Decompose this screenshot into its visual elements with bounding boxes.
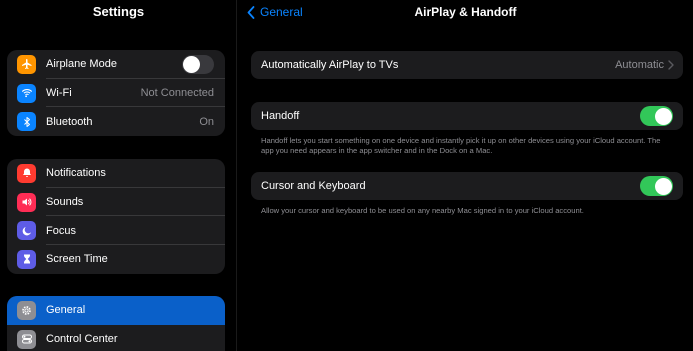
sidebar-item-wifi[interactable]: Wi-Fi Not Connected <box>7 79 225 108</box>
handoff-footnote: Handoff lets you start something on one … <box>261 136 661 155</box>
sidebar-item-label: Wi-Fi <box>46 87 72 100</box>
toggle-knob <box>183 55 200 73</box>
cursor-keyboard-label: Cursor and Keyboard <box>261 180 366 192</box>
toggle-knob <box>654 107 672 125</box>
airplay-to-tvs-value: Automatic <box>615 59 664 71</box>
sidebar-item-label: Airplane Mode <box>46 58 117 71</box>
sidebar-group-notifications: Notifications Sounds Focus Screen Time <box>7 159 225 274</box>
sidebar-item-bluetooth[interactable]: Bluetooth On <box>7 107 225 136</box>
bluetooth-status: On <box>199 115 214 128</box>
airplay-to-tvs-row[interactable]: Automatically AirPlay to TVs Automatic <box>251 51 683 79</box>
sidebar-item-screen-time[interactable]: Screen Time <box>7 245 225 274</box>
sidebar-item-general[interactable]: General <box>7 296 225 325</box>
airplane-mode-toggle[interactable] <box>182 54 214 74</box>
sidebar-item-focus[interactable]: Focus <box>7 216 225 245</box>
page-title: AirPlay & Handoff <box>414 5 517 19</box>
toggles-icon <box>17 329 36 349</box>
bell-icon <box>17 163 36 183</box>
sidebar-title: Settings <box>92 4 145 19</box>
airplay-to-tvs-label: Automatically AirPlay to TVs <box>261 59 399 71</box>
sidebar-item-control-center[interactable]: Control Center <box>7 325 225 351</box>
sidebar-item-sounds[interactable]: Sounds <box>7 188 225 217</box>
bluetooth-icon <box>17 112 36 132</box>
sidebar-item-label: Sounds <box>46 196 84 209</box>
sidebar-item-label: Bluetooth <box>46 115 93 128</box>
cursor-keyboard-toggle[interactable] <box>640 176 673 196</box>
hourglass-icon <box>17 249 36 269</box>
sidebar-item-label: Notifications <box>46 167 106 180</box>
sidebar-item-label: Control Center <box>46 333 118 346</box>
handoff-toggle[interactable] <box>640 106 673 126</box>
sidebar-item-notifications[interactable]: Notifications <box>7 159 225 188</box>
sidebar-item-label: General <box>46 304 86 317</box>
detail-pane: General AirPlay & Handoff Automatically … <box>238 0 693 351</box>
chevron-right-icon <box>668 60 674 70</box>
sidebar-item-label: Focus <box>46 224 76 237</box>
cursor-keyboard-footnote: Allow your cursor and keyboard to be use… <box>261 206 584 215</box>
cursor-keyboard-row: Cursor and Keyboard <box>251 172 683 200</box>
airplane-icon <box>17 54 36 74</box>
moon-icon <box>17 221 36 241</box>
handoff-row: Handoff <box>251 102 683 130</box>
sidebar-item-label: Screen Time <box>46 253 108 266</box>
speaker-icon <box>17 192 36 212</box>
sidebar-group-general: General Control Center <box>7 296 225 351</box>
sidebar-group-connectivity: Airplane Mode Wi-Fi Not Connected Blueto… <box>7 50 225 137</box>
gear-icon <box>17 300 36 320</box>
sidebar-item-airplane-mode[interactable]: Airplane Mode <box>7 50 225 79</box>
wifi-icon <box>17 83 36 103</box>
toggle-knob <box>654 177 672 195</box>
handoff-label: Handoff <box>261 110 300 122</box>
wifi-status: Not Connected <box>140 87 214 100</box>
sidebar: Settings Airplane Mode Wi-Fi Not Connect… <box>0 0 237 351</box>
